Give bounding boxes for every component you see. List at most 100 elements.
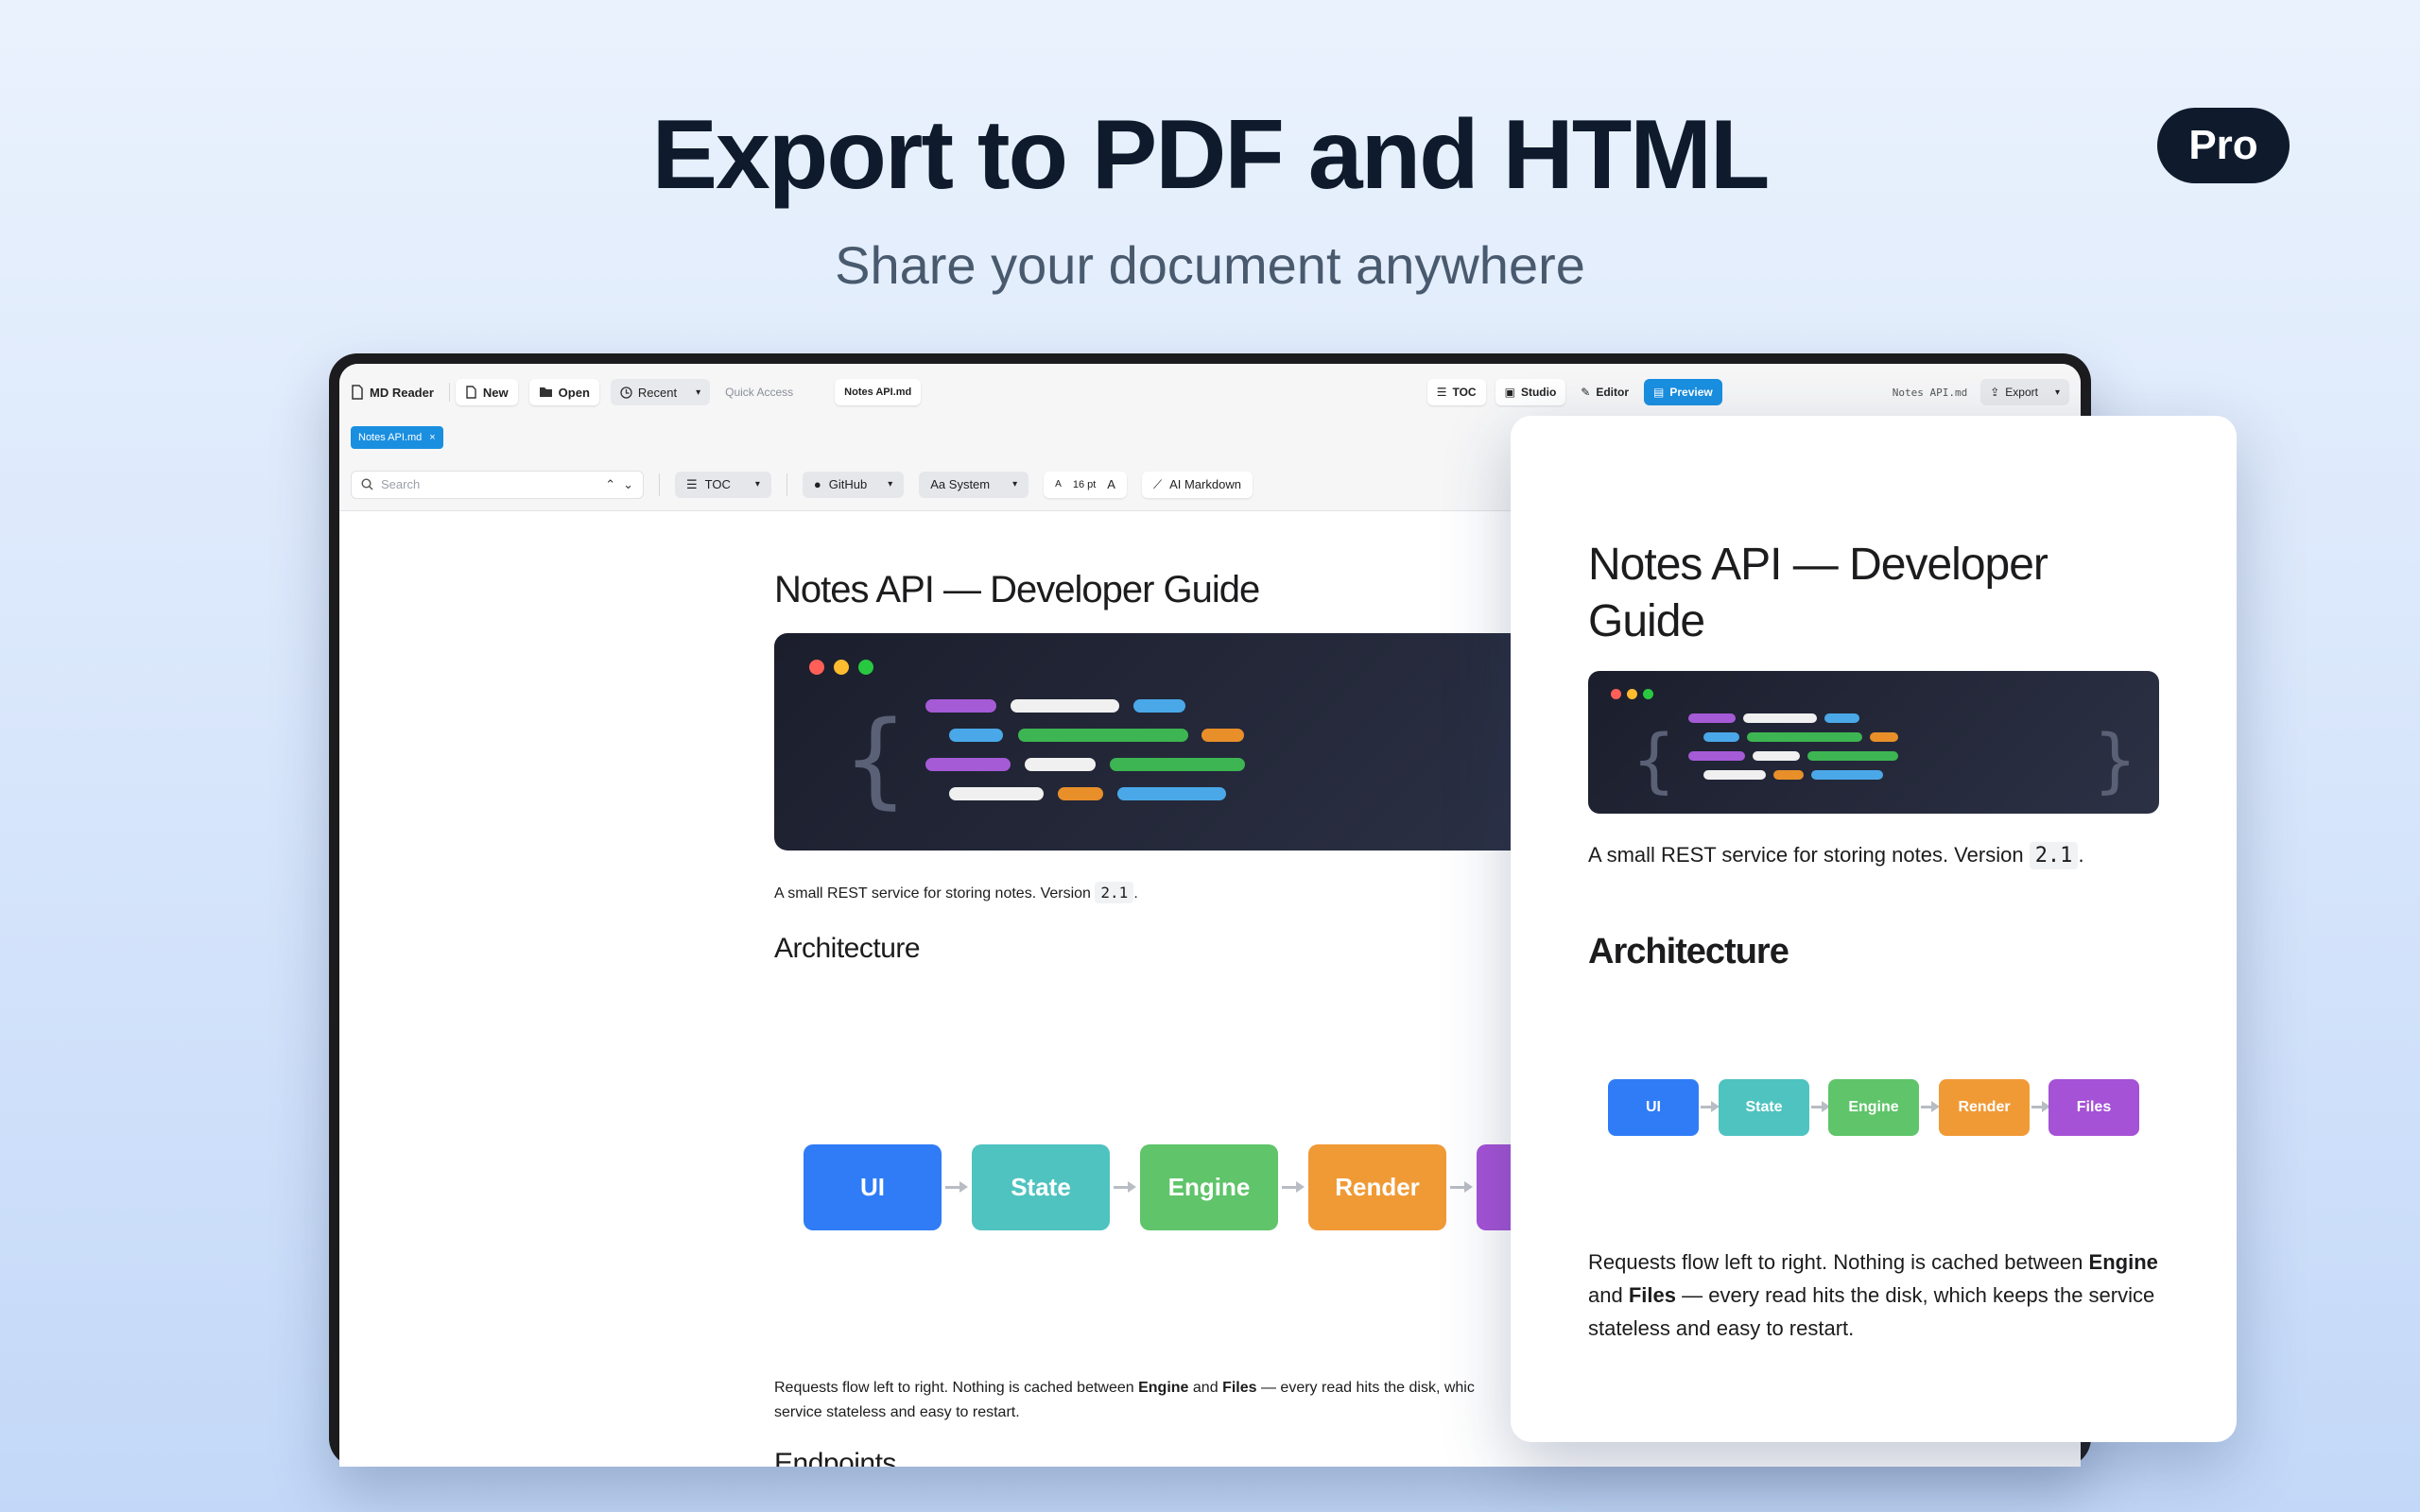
font-label: Aa System (930, 477, 991, 491)
toc-toggle[interactable]: ☰ TOC (1426, 379, 1486, 405)
export-preview-card: Notes API — Developer Guide { } A small … (1511, 416, 2237, 1442)
version-code: 2.1 (1095, 882, 1134, 903)
flow-arrow (1282, 1181, 1305, 1193)
hero-subtitle: Share your document anywhere (835, 235, 1585, 295)
preview-intro-suffix: . (2078, 843, 2084, 867)
list-icon: ☰ (1436, 386, 1447, 399)
flow-arrow (1114, 1181, 1136, 1193)
node-render: Render (1308, 1144, 1446, 1230)
toc-select[interactable]: ☰ TOC ▾ (675, 471, 771, 498)
flow-bold-engine: Engine (1138, 1380, 1189, 1396)
export-icon: ⇪ (1990, 386, 2000, 399)
preview-node-ui: UI (1608, 1079, 1699, 1136)
flow-paragraph: Requests flow left to right. Nothing is … (774, 1376, 1549, 1425)
preview-icon: ▤ (1653, 386, 1665, 399)
preview-intro-text: A small REST service for storing notes. … (1588, 843, 2024, 867)
brace-icon: { (842, 698, 908, 819)
preview-node-state: State (1719, 1079, 1809, 1136)
wand-icon: ⟋ (1152, 476, 1163, 491)
brace-icon: { (1632, 720, 1677, 801)
doc-title: Notes API — Developer Guide (774, 569, 1260, 610)
flow-text-3: — every read hits the disk, whic (1260, 1380, 1475, 1396)
preview-title: Notes API — Developer Guide (1588, 540, 2048, 646)
chevron-down-icon: ▾ (2054, 387, 2060, 398)
edit-icon: ✎ (1581, 386, 1591, 399)
new-label: New (482, 385, 509, 400)
preview-intro: A small REST service for storing notes. … (1588, 842, 2084, 869)
ai-markdown-button[interactable]: ⟋ AI Markdown (1141, 471, 1253, 498)
github-icon: ● (813, 477, 821, 491)
clock-icon (620, 386, 632, 399)
next-match-icon[interactable]: ⌄ (623, 477, 633, 492)
brace-close-icon: } (2093, 720, 2138, 801)
recent-label: Recent (637, 385, 678, 400)
tab-notes-api[interactable]: Notes API.md × (351, 426, 443, 449)
intro-text: A small REST service for storing notes. … (774, 885, 1091, 902)
app-menu-button[interactable]: MD Reader (351, 379, 443, 405)
decrease-font-button[interactable]: A (1055, 479, 1062, 490)
chevron-down-icon: ▾ (1012, 479, 1018, 490)
search-placeholder: Search (381, 477, 421, 491)
toc-select-label: TOC (704, 477, 731, 491)
window-dot-green (858, 660, 873, 675)
editor-button[interactable]: ✎ Editor (1571, 379, 1638, 405)
search-icon (361, 478, 373, 490)
new-button[interactable]: New (455, 379, 518, 405)
toc-toggle-label: TOC (1452, 386, 1477, 399)
font-size-value: 16 pt (1072, 478, 1097, 490)
next-heading: Endpoints (774, 1448, 896, 1467)
font-size-control[interactable]: A 16 pt A (1044, 471, 1127, 498)
preview-flow-paragraph: Requests flow left to right. Nothing is … (1588, 1246, 2174, 1345)
new-file-icon (466, 386, 476, 399)
document-icon (352, 385, 363, 400)
chevron-down-icon: ▾ (888, 479, 893, 490)
preview-flow-bold-files: Files (1628, 1283, 1676, 1307)
theme-select[interactable]: ● GitHub ▾ (802, 471, 905, 498)
flow-text-2: and (1192, 1380, 1219, 1396)
node-ui: UI (804, 1144, 942, 1230)
node-engine: Engine (1140, 1144, 1278, 1230)
editor-label: Editor (1596, 386, 1630, 399)
chevron-down-icon: ▾ (696, 387, 701, 398)
flow-arrow (1450, 1181, 1473, 1193)
flow-bold-files: Files (1222, 1380, 1257, 1396)
tab-label: Notes API.md (358, 432, 423, 443)
close-icon[interactable]: × (429, 432, 435, 443)
export-dropdown[interactable]: ⇪ Export ▾ (1980, 379, 2069, 405)
search-input[interactable]: Search ⌃ ⌄ (351, 470, 644, 499)
preview-code-image: { } (1588, 671, 2159, 814)
preview-flow-bold-engine: Engine (2088, 1250, 2158, 1274)
list-icon: ☰ (686, 476, 698, 491)
export-label: Export (2005, 386, 2038, 399)
hero-title: Export to PDF and HTML (651, 100, 1771, 210)
top-toolbar: MD Reader New Open Recent ▾ Quick Access… (339, 364, 2081, 421)
preview-flow-text-2: and (1588, 1283, 1623, 1307)
preview-section-heading: Architecture (1588, 932, 1789, 971)
studio-icon: ▣ (1504, 386, 1515, 399)
preview-button[interactable]: ▤ Preview (1644, 379, 1722, 405)
previous-match-icon[interactable]: ⌃ (605, 477, 615, 492)
recent-dropdown[interactable]: Recent ▾ (610, 379, 711, 405)
font-select[interactable]: Aa System ▾ (919, 471, 1029, 498)
section-heading: Architecture (774, 933, 921, 964)
node-state: State (972, 1144, 1110, 1230)
studio-button[interactable]: ▣ Studio (1495, 379, 1566, 405)
current-filename: Notes API.md (1892, 386, 1968, 399)
preview-node-engine: Engine (1828, 1079, 1919, 1136)
intro-suffix: . (1133, 885, 1138, 902)
preview-flow-text-1: Requests flow left to right. Nothing is … (1588, 1250, 2083, 1274)
quick-access-file[interactable]: Notes API.md (835, 379, 922, 405)
window-dot-yellow (834, 660, 849, 675)
ai-markdown-label: AI Markdown (1169, 477, 1241, 491)
preview-label: Preview (1669, 386, 1713, 399)
quick-access-file-label: Notes API.md (844, 387, 912, 398)
theme-label: GitHub (828, 477, 868, 491)
pro-badge: Pro (2157, 108, 2290, 183)
app-name: MD Reader (370, 385, 434, 400)
open-button[interactable]: Open (528, 379, 599, 405)
folder-icon (539, 387, 552, 397)
increase-font-button[interactable]: A (1107, 477, 1115, 491)
open-label: Open (558, 385, 590, 400)
doc-intro: A small REST service for storing notes. … (774, 882, 1138, 903)
preview-node-files: Files (2048, 1079, 2139, 1136)
